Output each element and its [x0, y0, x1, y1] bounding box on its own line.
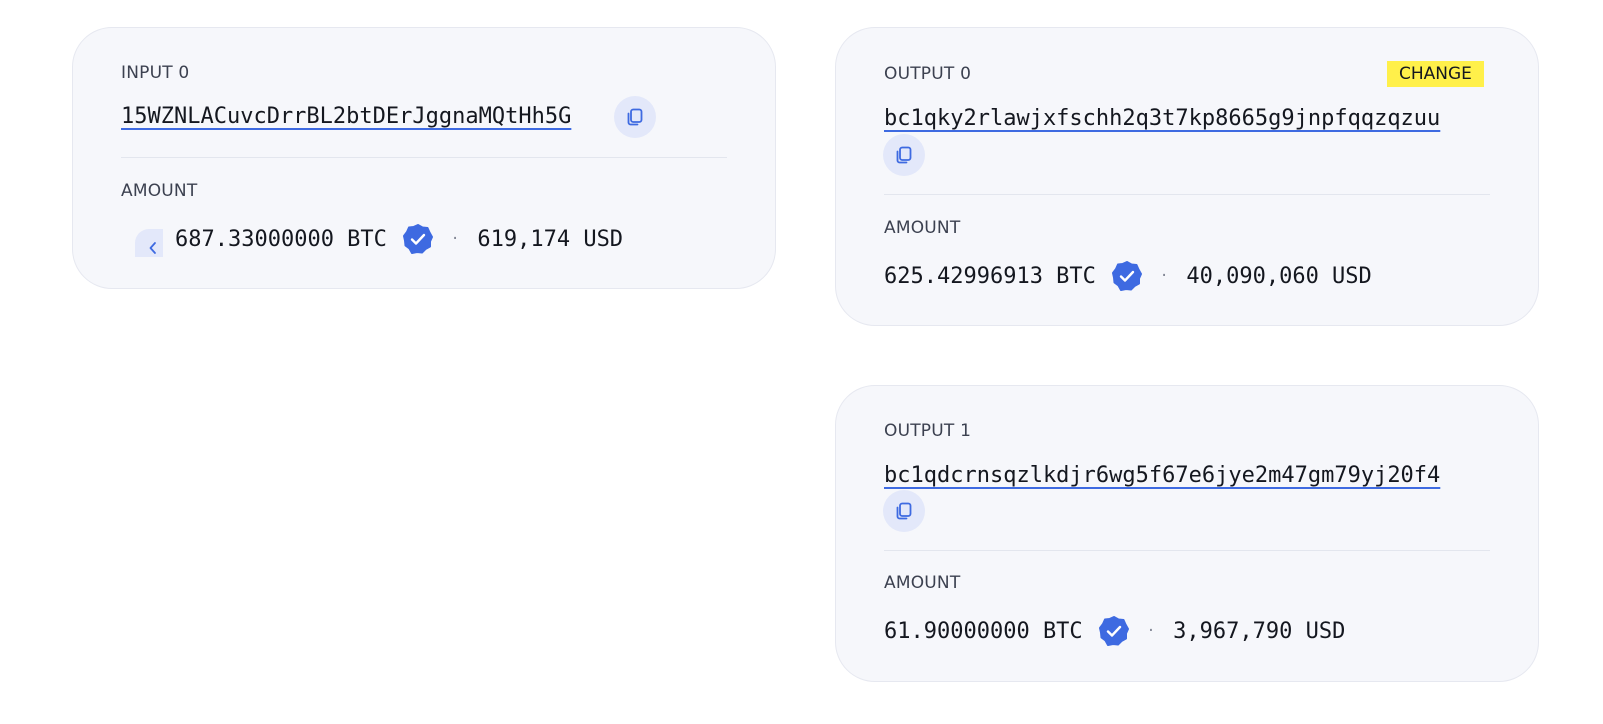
amount-label: AMOUNT [884, 573, 961, 593]
output-card-1: OUTPUT 1 bc1qdcrnsqzlkdjr6wg5f67e6jye2m4… [835, 385, 1539, 682]
copy-icon [896, 146, 912, 164]
copy-address-button[interactable] [614, 96, 656, 138]
copy-address-button[interactable] [883, 490, 925, 532]
amount-row: 687.33000000 BTC · 619,174 USD [175, 224, 623, 254]
divider [121, 157, 727, 158]
usd-amount: 619,174 USD [477, 226, 624, 252]
change-badge: CHANGE [1387, 61, 1484, 87]
input-card-0: INPUT 0 15WZNLACuvcDrrBL2btDErJggnaMQtHh… [72, 27, 776, 289]
amount-row: 625.42996913 BTC · 40,090,060 USD [884, 261, 1372, 291]
verified-badge-icon [1098, 616, 1129, 646]
separator-dot: · [1159, 268, 1169, 284]
input-label: INPUT 0 [121, 63, 190, 83]
output-address-link[interactable]: bc1qdcrnsqzlkdjr6wg5f67e6jye2m47gm79yj20… [884, 463, 1440, 488]
separator-dot: · [450, 231, 460, 247]
divider [884, 550, 1490, 551]
btc-amount: 61.90000000 BTC [884, 618, 1083, 644]
usd-amount: 3,967,790 USD [1173, 618, 1346, 644]
btc-amount: 625.42996913 BTC [884, 263, 1096, 289]
output-label: OUTPUT 0 [884, 64, 972, 84]
divider [884, 194, 1490, 195]
verified-badge-icon [1111, 261, 1142, 291]
output-label: OUTPUT 1 [884, 421, 972, 441]
separator-dot: · [1146, 623, 1156, 639]
output-card-0: OUTPUT 0 CHANGE bc1qky2rlawjxfschh2q3t7k… [835, 27, 1539, 326]
output-address-link[interactable]: bc1qky2rlawjxfschh2q3t7kp8665g9jnpfqqzqz… [884, 106, 1440, 131]
verified-badge-icon [402, 224, 433, 254]
amount-label: AMOUNT [121, 181, 198, 201]
chevron-left-icon [149, 242, 156, 254]
amount-label: AMOUNT [884, 218, 961, 238]
collapse-button[interactable] [135, 229, 163, 257]
copy-icon [896, 502, 912, 520]
btc-amount: 687.33000000 BTC [175, 226, 387, 252]
copy-address-button[interactable] [883, 134, 925, 176]
copy-icon [627, 108, 643, 126]
amount-row: 61.90000000 BTC · 3,967,790 USD [884, 616, 1345, 646]
usd-amount: 40,090,060 USD [1186, 263, 1372, 289]
input-address-link[interactable]: 15WZNLACuvcDrrBL2btDErJggnaMQtHh5G [121, 104, 571, 129]
